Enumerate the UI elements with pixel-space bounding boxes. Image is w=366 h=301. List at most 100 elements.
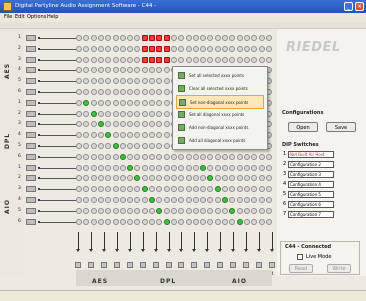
- crosspoint-cell[interactable]: [178, 153, 185, 160]
- crosspoint-cell[interactable]: [222, 35, 228, 41]
- crosspoint-cell[interactable]: [97, 99, 104, 106]
- crosspoint-cell[interactable]: [119, 132, 126, 139]
- crosspoint-cell[interactable]: [156, 89, 163, 95]
- crosspoint-cell[interactable]: [112, 67, 119, 74]
- crosspoint-cell[interactable]: [105, 197, 112, 203]
- crosspoint-cell[interactable]: [156, 164, 163, 171]
- column-selector[interactable]: [178, 262, 185, 268]
- crosspoint-cell[interactable]: [141, 132, 148, 139]
- crosspoint-cell[interactable]: [105, 121, 112, 128]
- crosspoint-cell[interactable]: [178, 56, 185, 63]
- crosspoint-cell[interactable]: [90, 132, 97, 139]
- crosspoint-cell[interactable]: [119, 153, 126, 160]
- crosspoint-cell[interactable]: [178, 218, 185, 225]
- crosspoint-cell[interactable]: [243, 56, 250, 63]
- crosspoint-cell[interactable]: [236, 175, 243, 182]
- crosspoint-cell[interactable]: [236, 197, 243, 203]
- crosspoint-cell[interactable]: [222, 153, 228, 160]
- menu-options[interactable]: Options: [27, 13, 46, 22]
- crosspoint-cell[interactable]: [119, 121, 126, 128]
- crosspoint-cell[interactable]: [112, 35, 119, 41]
- crosspoint-cell[interactable]: [236, 153, 243, 160]
- crosspoint-cell[interactable]: [192, 186, 199, 193]
- crosspoint-cell[interactable]: [76, 89, 82, 95]
- crosspoint-cell[interactable]: [76, 99, 82, 106]
- crosspoint-cell[interactable]: [90, 153, 97, 160]
- row-selector[interactable]: [26, 56, 36, 63]
- row-selector[interactable]: [26, 89, 36, 95]
- crosspoint-cell[interactable]: [149, 45, 155, 52]
- crosspoint-cell[interactable]: [192, 175, 199, 182]
- crosspoint-cell[interactable]: [112, 164, 119, 171]
- crosspoint-cell[interactable]: [243, 35, 250, 41]
- crosspoint-cell[interactable]: [141, 164, 148, 171]
- crosspoint-cell[interactable]: [163, 110, 170, 117]
- crosspoint-cell[interactable]: [76, 175, 82, 182]
- crosspoint-cell[interactable]: [127, 197, 134, 203]
- crosspoint-cell[interactable]: [200, 45, 207, 52]
- row-selector[interactable]: [26, 121, 36, 128]
- dip-configuration-field[interactable]: Configuration 6: [288, 201, 334, 208]
- crosspoint-cell[interactable]: [265, 186, 272, 193]
- crosspoint-cell[interactable]: [112, 89, 119, 95]
- crosspoint-cell[interactable]: [127, 89, 134, 95]
- dip-configuration-field[interactable]: Configuration 5: [288, 191, 334, 198]
- crosspoint-cell[interactable]: [156, 121, 163, 128]
- crosspoint-cell[interactable]: [156, 99, 163, 106]
- crosspoint-cell[interactable]: [163, 132, 170, 139]
- ctx-set-non-diagonal[interactable]: Set non-diagonal xxxx points: [176, 95, 264, 109]
- crosspoint-cell[interactable]: [229, 186, 236, 193]
- crosspoint-cell[interactable]: [141, 56, 148, 63]
- read-button[interactable]: Read: [289, 264, 313, 273]
- crosspoint-cell[interactable]: [141, 218, 148, 225]
- dip-switch-row[interactable]: 3 Configuration 3: [283, 171, 335, 178]
- column-selector[interactable]: [191, 262, 198, 268]
- crosspoint-cell[interactable]: [134, 78, 141, 85]
- crosspoint-cell[interactable]: [134, 132, 141, 139]
- crosspoint-cell[interactable]: [149, 218, 155, 225]
- crosspoint-cell[interactable]: [97, 56, 104, 63]
- crosspoint-cell[interactable]: [149, 78, 155, 85]
- crosspoint-cell[interactable]: [222, 45, 228, 52]
- crosspoint-cell[interactable]: [90, 99, 97, 106]
- crosspoint-cell[interactable]: [90, 45, 97, 52]
- crosspoint-cell[interactable]: [258, 197, 265, 203]
- crosspoint-cell[interactable]: [258, 186, 265, 193]
- crosspoint-cell[interactable]: [251, 35, 258, 41]
- crosspoint-cell[interactable]: [97, 164, 104, 171]
- crosspoint-cell[interactable]: [200, 218, 207, 225]
- crosspoint-cell[interactable]: [105, 164, 112, 171]
- crosspoint-cell[interactable]: [265, 207, 272, 214]
- crosspoint-cell[interactable]: [141, 175, 148, 182]
- crosspoint-cell[interactable]: [83, 143, 90, 149]
- crosspoint-cell[interactable]: [207, 45, 214, 52]
- crosspoint-cell[interactable]: [83, 78, 90, 85]
- crosspoint-cell[interactable]: [83, 89, 90, 95]
- crosspoint-cell[interactable]: [251, 164, 258, 171]
- crosspoint-cell[interactable]: [97, 67, 104, 74]
- crosspoint-cell[interactable]: [76, 110, 82, 117]
- minimize-icon[interactable]: _: [344, 2, 353, 11]
- crosspoint-cell[interactable]: [163, 207, 170, 214]
- crosspoint-cell[interactable]: [236, 35, 243, 41]
- crosspoint-cell[interactable]: [134, 143, 141, 149]
- crosspoint-cell[interactable]: [163, 67, 170, 74]
- crosspoint-cell[interactable]: [200, 186, 207, 193]
- crosspoint-cell[interactable]: [163, 35, 170, 41]
- dip-switch-row[interactable]: 4 Configuration 4: [283, 181, 335, 188]
- crosspoint-cell[interactable]: [83, 175, 90, 182]
- crosspoint-cell[interactable]: [97, 207, 104, 214]
- crosspoint-cell[interactable]: [192, 35, 199, 41]
- crosspoint-cell[interactable]: [156, 35, 163, 41]
- crosspoint-cell[interactable]: [185, 218, 192, 225]
- crosspoint-cell[interactable]: [97, 78, 104, 85]
- crosspoint-cell[interactable]: [149, 186, 155, 193]
- crosspoint-cell[interactable]: [258, 35, 265, 41]
- dip-configuration-field[interactable]: Not Built Air Host: [288, 151, 334, 158]
- row-selector[interactable]: [26, 110, 36, 117]
- crosspoint-cell[interactable]: [134, 153, 141, 160]
- crosspoint-cell[interactable]: [134, 45, 141, 52]
- row-selector[interactable]: [26, 67, 36, 74]
- crosspoint-cell[interactable]: [134, 121, 141, 128]
- crosspoint-cell[interactable]: [156, 207, 163, 214]
